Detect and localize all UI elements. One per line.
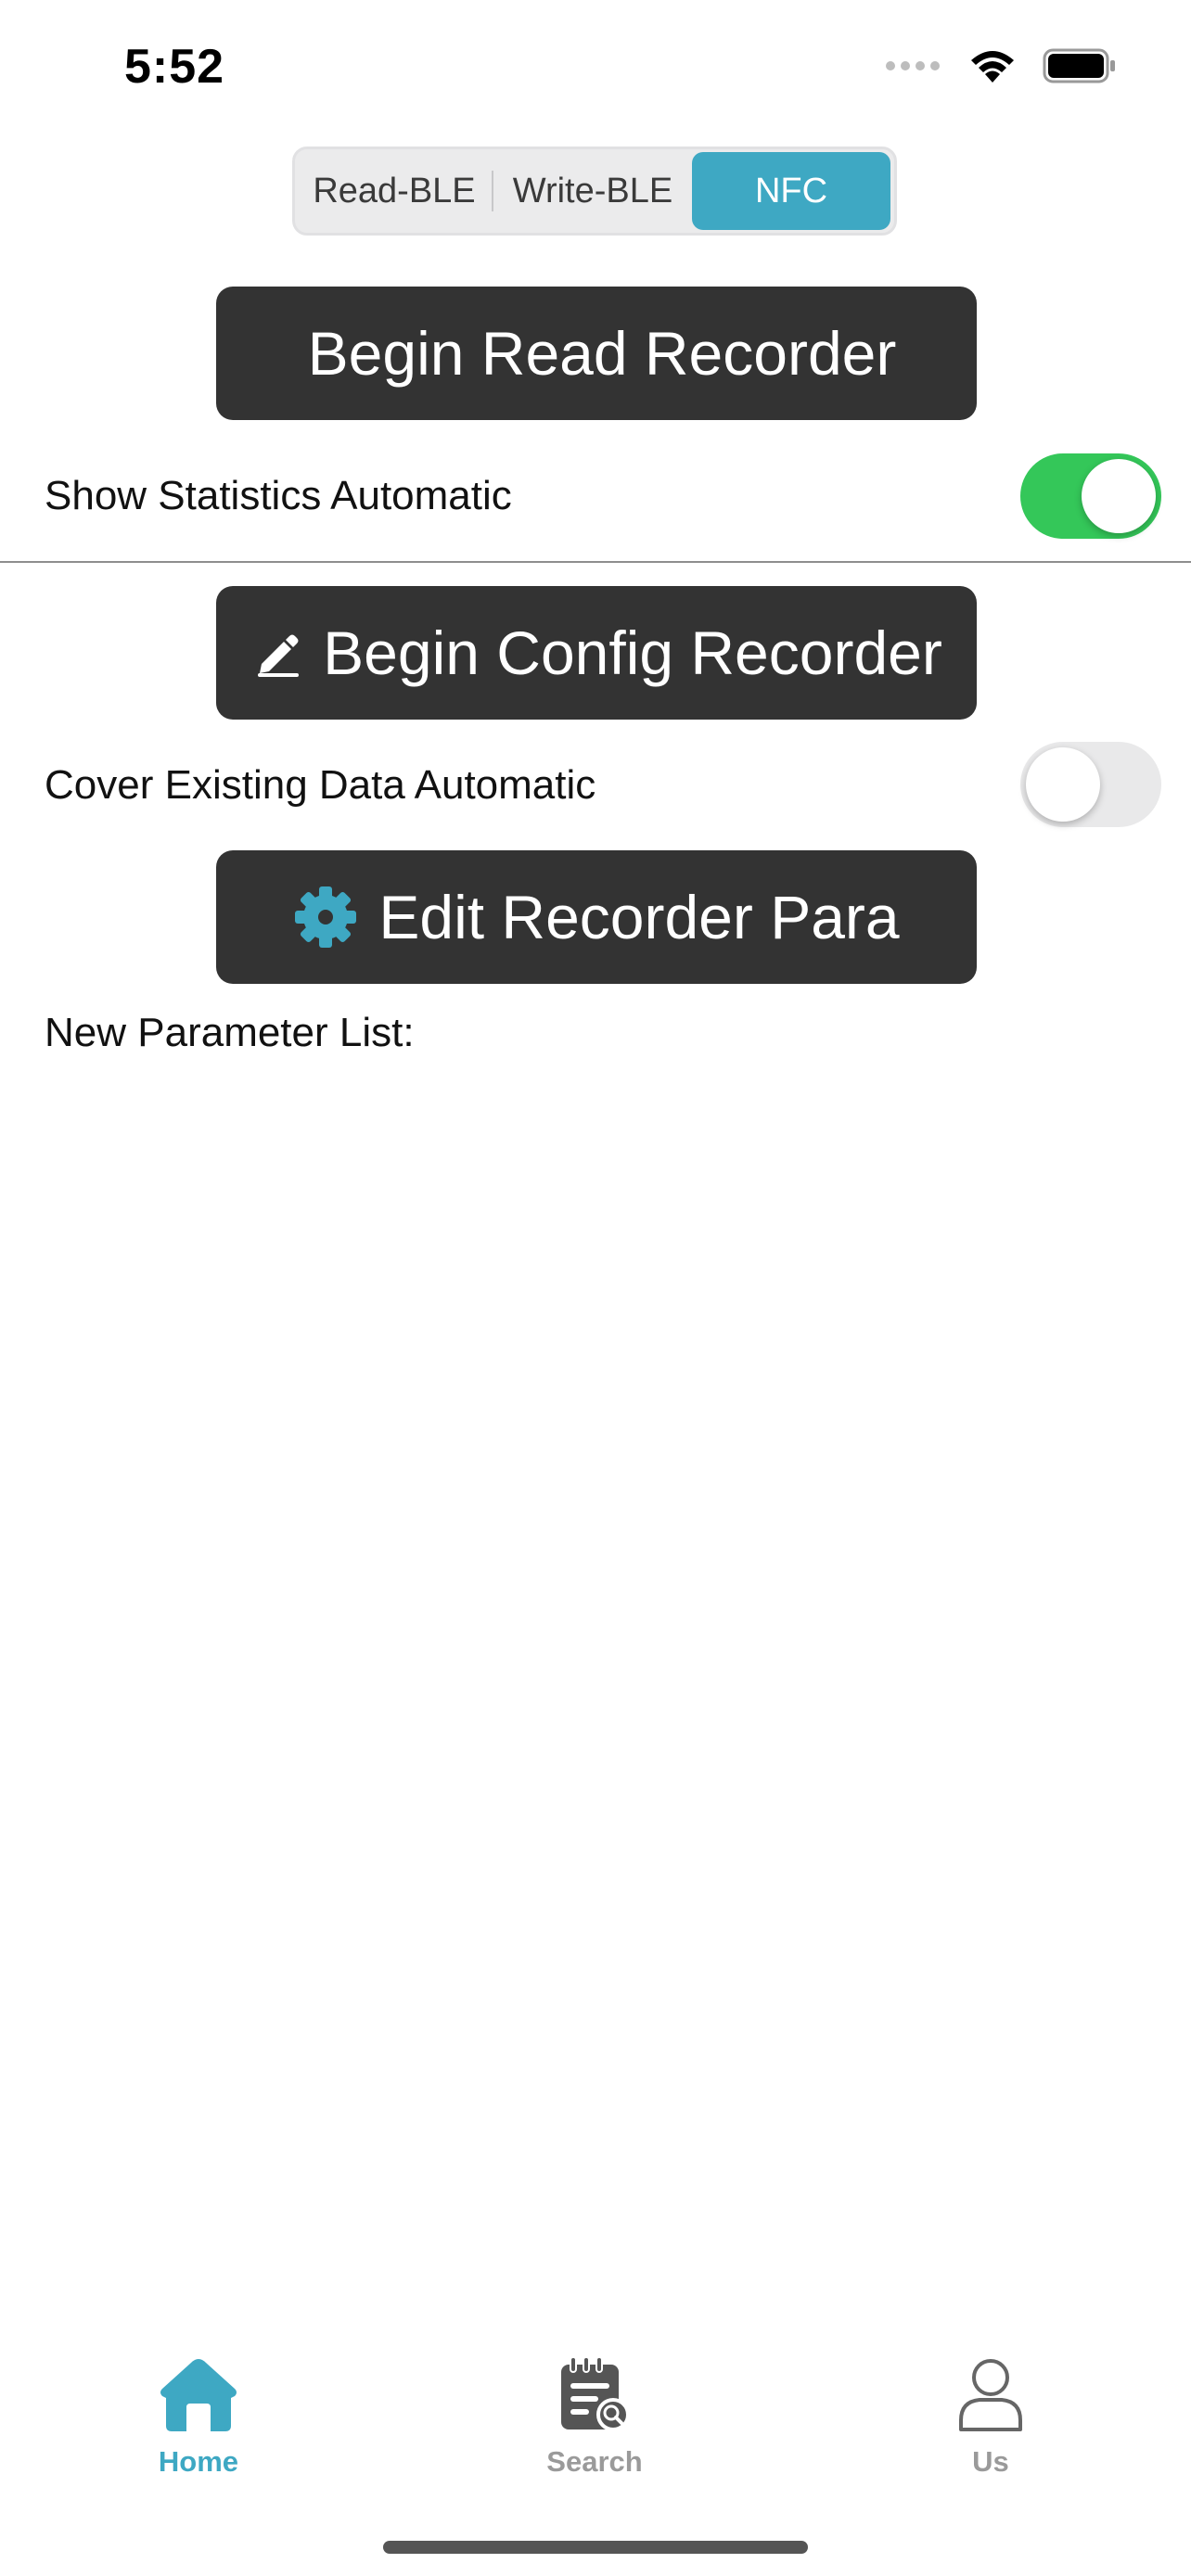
home-indicator[interactable] — [383, 2541, 808, 2554]
tab-us[interactable]: Us — [898, 2355, 1083, 2479]
segment-read-ble[interactable]: Read-BLE — [295, 152, 493, 230]
tab-home[interactable]: Home — [106, 2355, 291, 2479]
gear-icon — [293, 885, 358, 950]
toggle-knob — [1082, 459, 1156, 533]
segment-write-ble[interactable]: Write-BLE — [493, 152, 692, 230]
home-icon — [157, 2355, 240, 2438]
mode-segmented-control: Read-BLE Write-BLE NFC — [292, 147, 897, 236]
begin-config-recorder-label: Begin Config Recorder — [323, 618, 942, 687]
status-time: 5:52 — [124, 40, 225, 94]
wifi-icon — [968, 47, 1017, 89]
begin-config-recorder-button[interactable]: Begin Config Recorder — [216, 586, 977, 720]
cover-existing-toggle[interactable] — [1020, 742, 1161, 827]
tab-search[interactable]: Search — [502, 2355, 687, 2479]
edit-recorder-para-button[interactable]: Edit Recorder Para — [216, 850, 977, 984]
tab-search-label: Search — [546, 2445, 643, 2478]
parameter-list-label: New Parameter List: — [45, 1010, 415, 1055]
section-divider — [0, 561, 1191, 563]
show-statistics-toggle[interactable] — [1020, 453, 1161, 539]
show-statistics-label: Show Statistics Automatic — [45, 473, 512, 518]
toggle-knob — [1026, 747, 1100, 822]
pencil-icon — [250, 627, 302, 679]
tab-home-label: Home — [158, 2445, 239, 2478]
cover-existing-label: Cover Existing Data Automatic — [45, 762, 596, 808]
begin-read-recorder-button[interactable]: Begin Read Recorder — [216, 287, 977, 420]
tab-us-label: Us — [972, 2445, 1009, 2478]
edit-recorder-para-label: Edit Recorder Para — [378, 883, 900, 951]
segment-nfc[interactable]: NFC — [692, 152, 890, 230]
parameter-list — [0, 1076, 1191, 2281]
search-notepad-icon — [556, 2355, 634, 2438]
begin-read-recorder-label: Begin Read Recorder — [307, 319, 897, 388]
person-icon — [952, 2355, 1030, 2438]
status-icons — [885, 45, 1117, 91]
battery-icon — [1043, 47, 1117, 89]
cellular-dots-icon — [885, 59, 942, 77]
